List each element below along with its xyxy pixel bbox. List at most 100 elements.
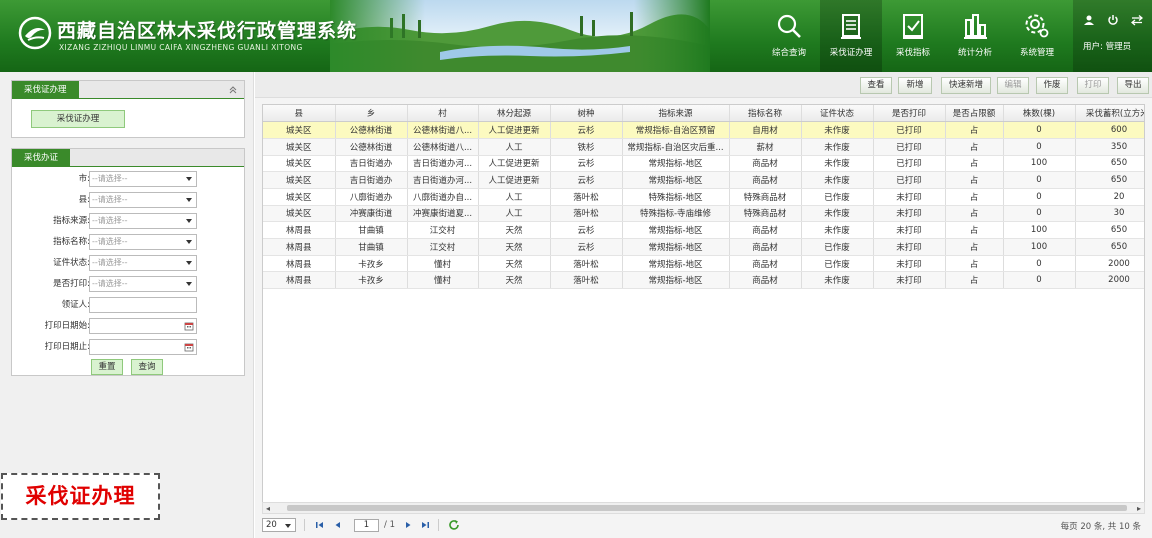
- table-cell: 已作废: [801, 238, 874, 256]
- table-cell: 商品材: [729, 155, 802, 173]
- nav-permit[interactable]: 采伐证办理: [820, 0, 882, 72]
- print-date-end-input[interactable]: [89, 339, 197, 355]
- table-row[interactable]: 林周县 卡孜乡 懂村 天然 落叶松 常规指标-地区 商品材 未作废 未打印占 0 2000: [263, 271, 1144, 290]
- filter-label: 是否打印:: [53, 279, 90, 289]
- horizontal-scrollbar[interactable]: ◂ ▸: [262, 502, 1145, 514]
- recipient-input[interactable]: [89, 297, 197, 313]
- print-date-start-input[interactable]: [89, 318, 197, 334]
- table-cell: 650: [1075, 171, 1144, 189]
- table-cell: 落叶松: [550, 255, 623, 273]
- next-page-icon[interactable]: [402, 519, 414, 531]
- table-cell: 常规指标-自治区预留: [622, 121, 730, 139]
- table-row[interactable]: 城关区 吉日街道办 吉日街道办河... 人工促进更新 云杉 常规指标-地区 商品材 未作废 已打…: [263, 155, 1144, 173]
- table-cell: 占: [945, 155, 1004, 173]
- filter-label: 领证人:: [61, 300, 90, 310]
- first-page-icon[interactable]: [314, 519, 326, 531]
- user-icon[interactable]: [1083, 14, 1095, 26]
- column-header[interactable]: 指标来源: [622, 105, 730, 123]
- table-row[interactable]: 城关区 公德林街道 公德林街道八... 人工 铁杉 常规指标-自治区灾后重... 薪材 未作废…: [263, 138, 1144, 156]
- nav-quota[interactable]: 采伐指标: [882, 0, 944, 72]
- quota-source-select[interactable]: --请选择--: [89, 213, 197, 229]
- table-cell: 商品材: [729, 271, 802, 290]
- current-page-input[interactable]: 1: [354, 519, 379, 532]
- app-title: 西藏自治区林木采伐行政管理系统: [57, 20, 358, 42]
- view-button[interactable]: 查看: [860, 77, 892, 94]
- chart-icon: [964, 14, 987, 39]
- nav-search[interactable]: 综合查询: [758, 0, 820, 72]
- add-button[interactable]: 新增: [898, 77, 932, 94]
- column-header[interactable]: 是否占限额: [945, 105, 1004, 123]
- table-row[interactable]: 林周县 甘曲镇 江交村 天然 云杉 常规指标-地区 商品材 已作废 未打印占 100 650: [263, 238, 1144, 256]
- table-header: 县乡村林分起源 树种 指标来源 指标名称 证件状态 是否打印 是否占限额 株数(棵) 采伐蓄积(…: [263, 105, 1144, 123]
- table-cell: 占: [945, 255, 1004, 273]
- nav-stats[interactable]: 统计分析: [944, 0, 1006, 72]
- permit-process-button[interactable]: 采伐证办理: [31, 110, 125, 128]
- scrollbar-thumb[interactable]: [287, 505, 1127, 511]
- column-header[interactable]: 乡: [335, 105, 408, 123]
- calendar-icon[interactable]: [184, 342, 194, 352]
- filter-row-quota-name: 指标名称: --请选择--: [12, 234, 246, 250]
- table-row[interactable]: 城关区 冲赛康街道 冲赛康街道夏... 人工 落叶松 特殊指标-寺庙维修 特殊商品材 未作废未…: [263, 205, 1144, 223]
- city-select[interactable]: --请选择--: [89, 171, 197, 187]
- prev-page-icon[interactable]: [332, 519, 344, 531]
- quick-add-button[interactable]: 快速新增: [941, 77, 991, 94]
- table-cell: 650: [1075, 238, 1144, 256]
- column-header[interactable]: 树种: [550, 105, 623, 123]
- calendar-icon[interactable]: [184, 321, 194, 331]
- table-row[interactable]: 城关区 公德林街道 公德林街道八... 人工促进更新 云杉 常规指标-自治区预留 自用材 未作…: [263, 121, 1144, 139]
- table-cell: 未打印: [873, 205, 946, 223]
- column-header[interactable]: 株数(棵): [1003, 105, 1076, 123]
- nav-label: 采伐指标: [895, 48, 930, 58]
- printed-select[interactable]: --请选择--: [89, 276, 197, 292]
- table-cell: 云杉: [550, 221, 623, 239]
- table-cell: 卡孜乡: [335, 271, 408, 290]
- power-icon[interactable]: [1107, 14, 1119, 26]
- column-header[interactable]: 指标名称: [729, 105, 802, 123]
- collapse-up-icon[interactable]: [228, 85, 238, 95]
- table-cell: 0: [1003, 121, 1076, 139]
- column-header[interactable]: 是否打印: [873, 105, 946, 123]
- last-page-icon[interactable]: [419, 519, 431, 531]
- column-header[interactable]: 县: [263, 105, 336, 123]
- table-cell: 未打印: [873, 188, 946, 206]
- column-header[interactable]: 证件状态: [801, 105, 874, 123]
- status-select[interactable]: --请选择--: [89, 255, 197, 271]
- table-cell: 人工促进更新: [478, 121, 551, 139]
- query-button[interactable]: 查询: [131, 359, 163, 375]
- page-size-select[interactable]: 20: [262, 518, 296, 532]
- table-row[interactable]: 城关区 八廓街道办 八廓街道办自... 人工 落叶松 特殊指标-地区 特殊商品材 已作废 未打印…: [263, 188, 1144, 206]
- table-cell: 云杉: [550, 121, 623, 139]
- column-header[interactable]: 采伐蓄积(立方米): [1075, 105, 1144, 123]
- scroll-right-icon[interactable]: ▸: [1137, 504, 1141, 513]
- table-cell: 落叶松: [550, 205, 623, 223]
- table-row[interactable]: 林周县 甘曲镇 江交村 天然 云杉 常规指标-地区 商品材 未作废 未打印占 100 650: [263, 221, 1144, 239]
- table-cell: 薪材: [729, 138, 802, 156]
- table-cell: 未作废: [801, 155, 874, 173]
- table-cell: 铁杉: [550, 138, 623, 156]
- print-button[interactable]: 打印: [1077, 77, 1109, 94]
- filter-row-status: 证件状态: --请选择--: [12, 255, 246, 271]
- quota-name-select[interactable]: --请选择--: [89, 234, 197, 250]
- table-cell: 城关区: [263, 205, 336, 223]
- table-cell: 特殊商品材: [729, 205, 802, 223]
- table-cell: 常规指标-地区: [622, 221, 730, 239]
- void-button[interactable]: 作废: [1036, 77, 1068, 94]
- table-cell: 人工: [478, 138, 551, 156]
- table-cell: 未作废: [801, 121, 874, 139]
- edit-button[interactable]: 编辑: [997, 77, 1029, 94]
- refresh-icon[interactable]: [448, 519, 460, 531]
- export-button[interactable]: 导出: [1117, 77, 1149, 94]
- column-header[interactable]: 村: [407, 105, 479, 123]
- county-select[interactable]: --请选择--: [89, 192, 197, 208]
- table-cell: 吉日街道办河...: [407, 155, 479, 173]
- column-header[interactable]: 林分起源: [478, 105, 551, 123]
- switch-icon[interactable]: [1131, 14, 1143, 26]
- scroll-left-icon[interactable]: ◂: [266, 504, 270, 513]
- filter-label: 指标来源:: [53, 216, 90, 226]
- reset-button[interactable]: 重置: [91, 359, 123, 375]
- table-row[interactable]: 林周县 卡孜乡 懂村 天然 落叶松 常规指标-地区 商品材 已作废 未打印占 0 2000: [263, 255, 1144, 273]
- table-cell: 常规指标-地区: [622, 171, 730, 189]
- table-row[interactable]: 城关区 吉日街道办 吉日街道办河... 人工促进更新 云杉 常规指标-地区 商品材 未作废 已打…: [263, 171, 1144, 189]
- table-cell: 林周县: [263, 238, 336, 256]
- nav-system[interactable]: 系统管理: [1006, 0, 1068, 72]
